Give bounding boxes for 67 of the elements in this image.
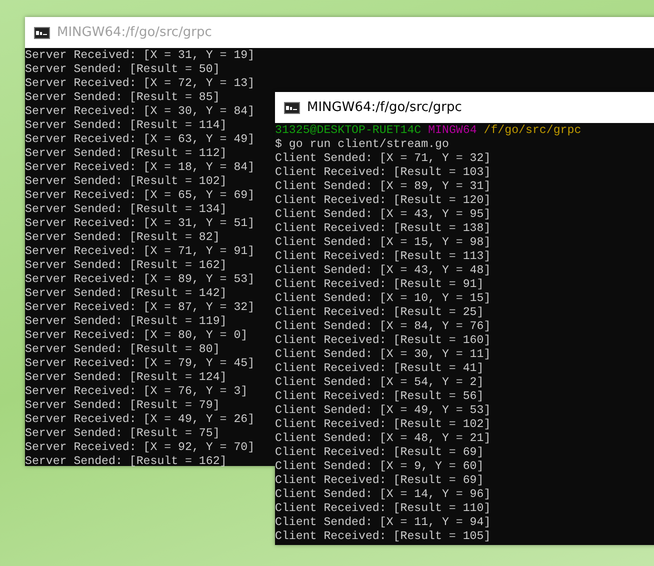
output-line: Server Sended: [Result = 85] [25,91,220,105]
output-line: Server Sended: [Result = 134] [25,203,227,217]
output-line: Server Received: [X = 71, Y = 91] [25,245,255,259]
output-line: Server Received: [X = 63, Y = 49] [25,133,255,147]
output-line: Client Received: [Result = 105] [275,530,491,544]
output-line: Client Sended: [X = 10, Y = 15] [275,292,491,306]
output-line: Server Received: [X = 92, Y = 70] [25,441,255,455]
output-line: Client Received: [Result = 25] [275,306,484,320]
prompt-text: MINGW64 [428,124,477,137]
output-line: Server Received: [X = 80, Y = 0] [25,329,248,343]
output-line: Server Sended: [Result = 162] [25,455,227,469]
window-title: MINGW64:/f/go/src/grpc [307,100,462,115]
output-line: Client Sended: [X = 14, Y = 96] [275,488,491,502]
output-line: Server Sended: [Result = 79] [25,399,220,413]
output-line: Server Received: [X = 18, Y = 84] [25,161,255,175]
prompt-text: 31325@DESKTOP-RUET14C [275,124,422,137]
output-line: Client Received: [Result = 41] [275,362,484,376]
output-line: Client Sended: [X = 89, Y = 31] [275,180,491,194]
output-line: Server Sended: [Result = 114] [25,119,227,133]
title-bar[interactable]: MINGW64:/f/go/src/grpc [275,92,654,123]
output-line: Server Received: [X = 31, Y = 19] [25,49,255,63]
output-line: Server Received: [X = 89, Y = 53] [25,273,255,287]
output-line: Client Sended: [X = 11, Y = 94] [275,516,491,530]
output-line: Server Sended: [Result = 75] [25,427,220,441]
output-line: Client Received: [Result = 103] [275,166,491,180]
output-line: Server Received: [X = 87, Y = 32] [25,301,255,315]
output-line: Client Sended: [X = 48, Y = 21] [275,432,491,446]
output-line: Server Sended: [Result = 112] [25,147,227,161]
output-line: Client Received: [Result = 120] [275,194,491,208]
output-line: Client Received: [Result = 138] [275,222,491,236]
output-line: Server Sended: [Result = 102] [25,175,227,189]
output-line: Client Sended: [X = 15, Y = 98] [275,236,491,250]
output-line: Client Sended: [X = 54, Y = 2] [275,376,484,390]
output-line: Client Sended: [X = 43, Y = 95] [275,208,491,222]
output-line: Client Sended: [X = 43, Y = 48] [275,264,491,278]
output-line: Client Sended: [X = 71, Y = 32] [275,152,491,166]
output-line: Server Sended: [Result = 50] [25,63,220,77]
prompt-text: /f/go/src/grpc [484,124,582,137]
output-line: Server Received: [X = 31, Y = 51] [25,217,255,231]
window-title: MINGW64:/f/go/src/grpc [57,25,212,40]
output-line: Client Received: [Result = 69] [275,474,484,488]
output-line: Client Sended: [X = 9, Y = 60] [275,460,484,474]
output-line: Client Received: [Result = 113] [275,250,491,264]
output-line: Server Sended: [Result = 82] [25,231,220,245]
output-line: Server Received: [X = 30, Y = 84] [25,105,255,119]
terminal-icon [284,102,300,114]
output-line: Client Sended: [X = 49, Y = 53] [275,404,491,418]
output-line: Client Received: [Result = 102] [275,418,491,432]
output-line: Server Received: [X = 72, Y = 13] [25,77,255,91]
output-line: Server Sended: [Result = 142] [25,287,227,301]
output-line: Server Received: [X = 49, Y = 26] [25,413,255,427]
output-line: Client Received: [Result = 110] [275,502,491,516]
command-line: $ go run client/stream.go [275,138,449,152]
output-line: Client Sended: [X = 30, Y = 11] [275,348,491,362]
output-line: Server Received: [X = 79, Y = 45] [25,357,255,371]
output-line: Client Received: [Result = 91] [275,278,484,292]
output-line: Server Sended: [Result = 80] [25,343,220,357]
output-line: Server Sended: [Result = 124] [25,371,227,385]
output-line: Server Sended: [Result = 162] [25,259,227,273]
output-line: Server Sended: [Result = 119] [25,315,227,329]
output-line: Server Received: [X = 65, Y = 69] [25,189,255,203]
output-line: Client Sended: [X = 84, Y = 76] [275,320,491,334]
output-line: Client Received: [Result = 69] [275,446,484,460]
terminal-icon [34,26,50,38]
output-line: Server Received: [X = 76, Y = 3] [25,385,248,399]
output-line: Client Received: [Result = 56] [275,390,484,404]
output-line: Client Received: [Result = 160] [275,334,491,348]
